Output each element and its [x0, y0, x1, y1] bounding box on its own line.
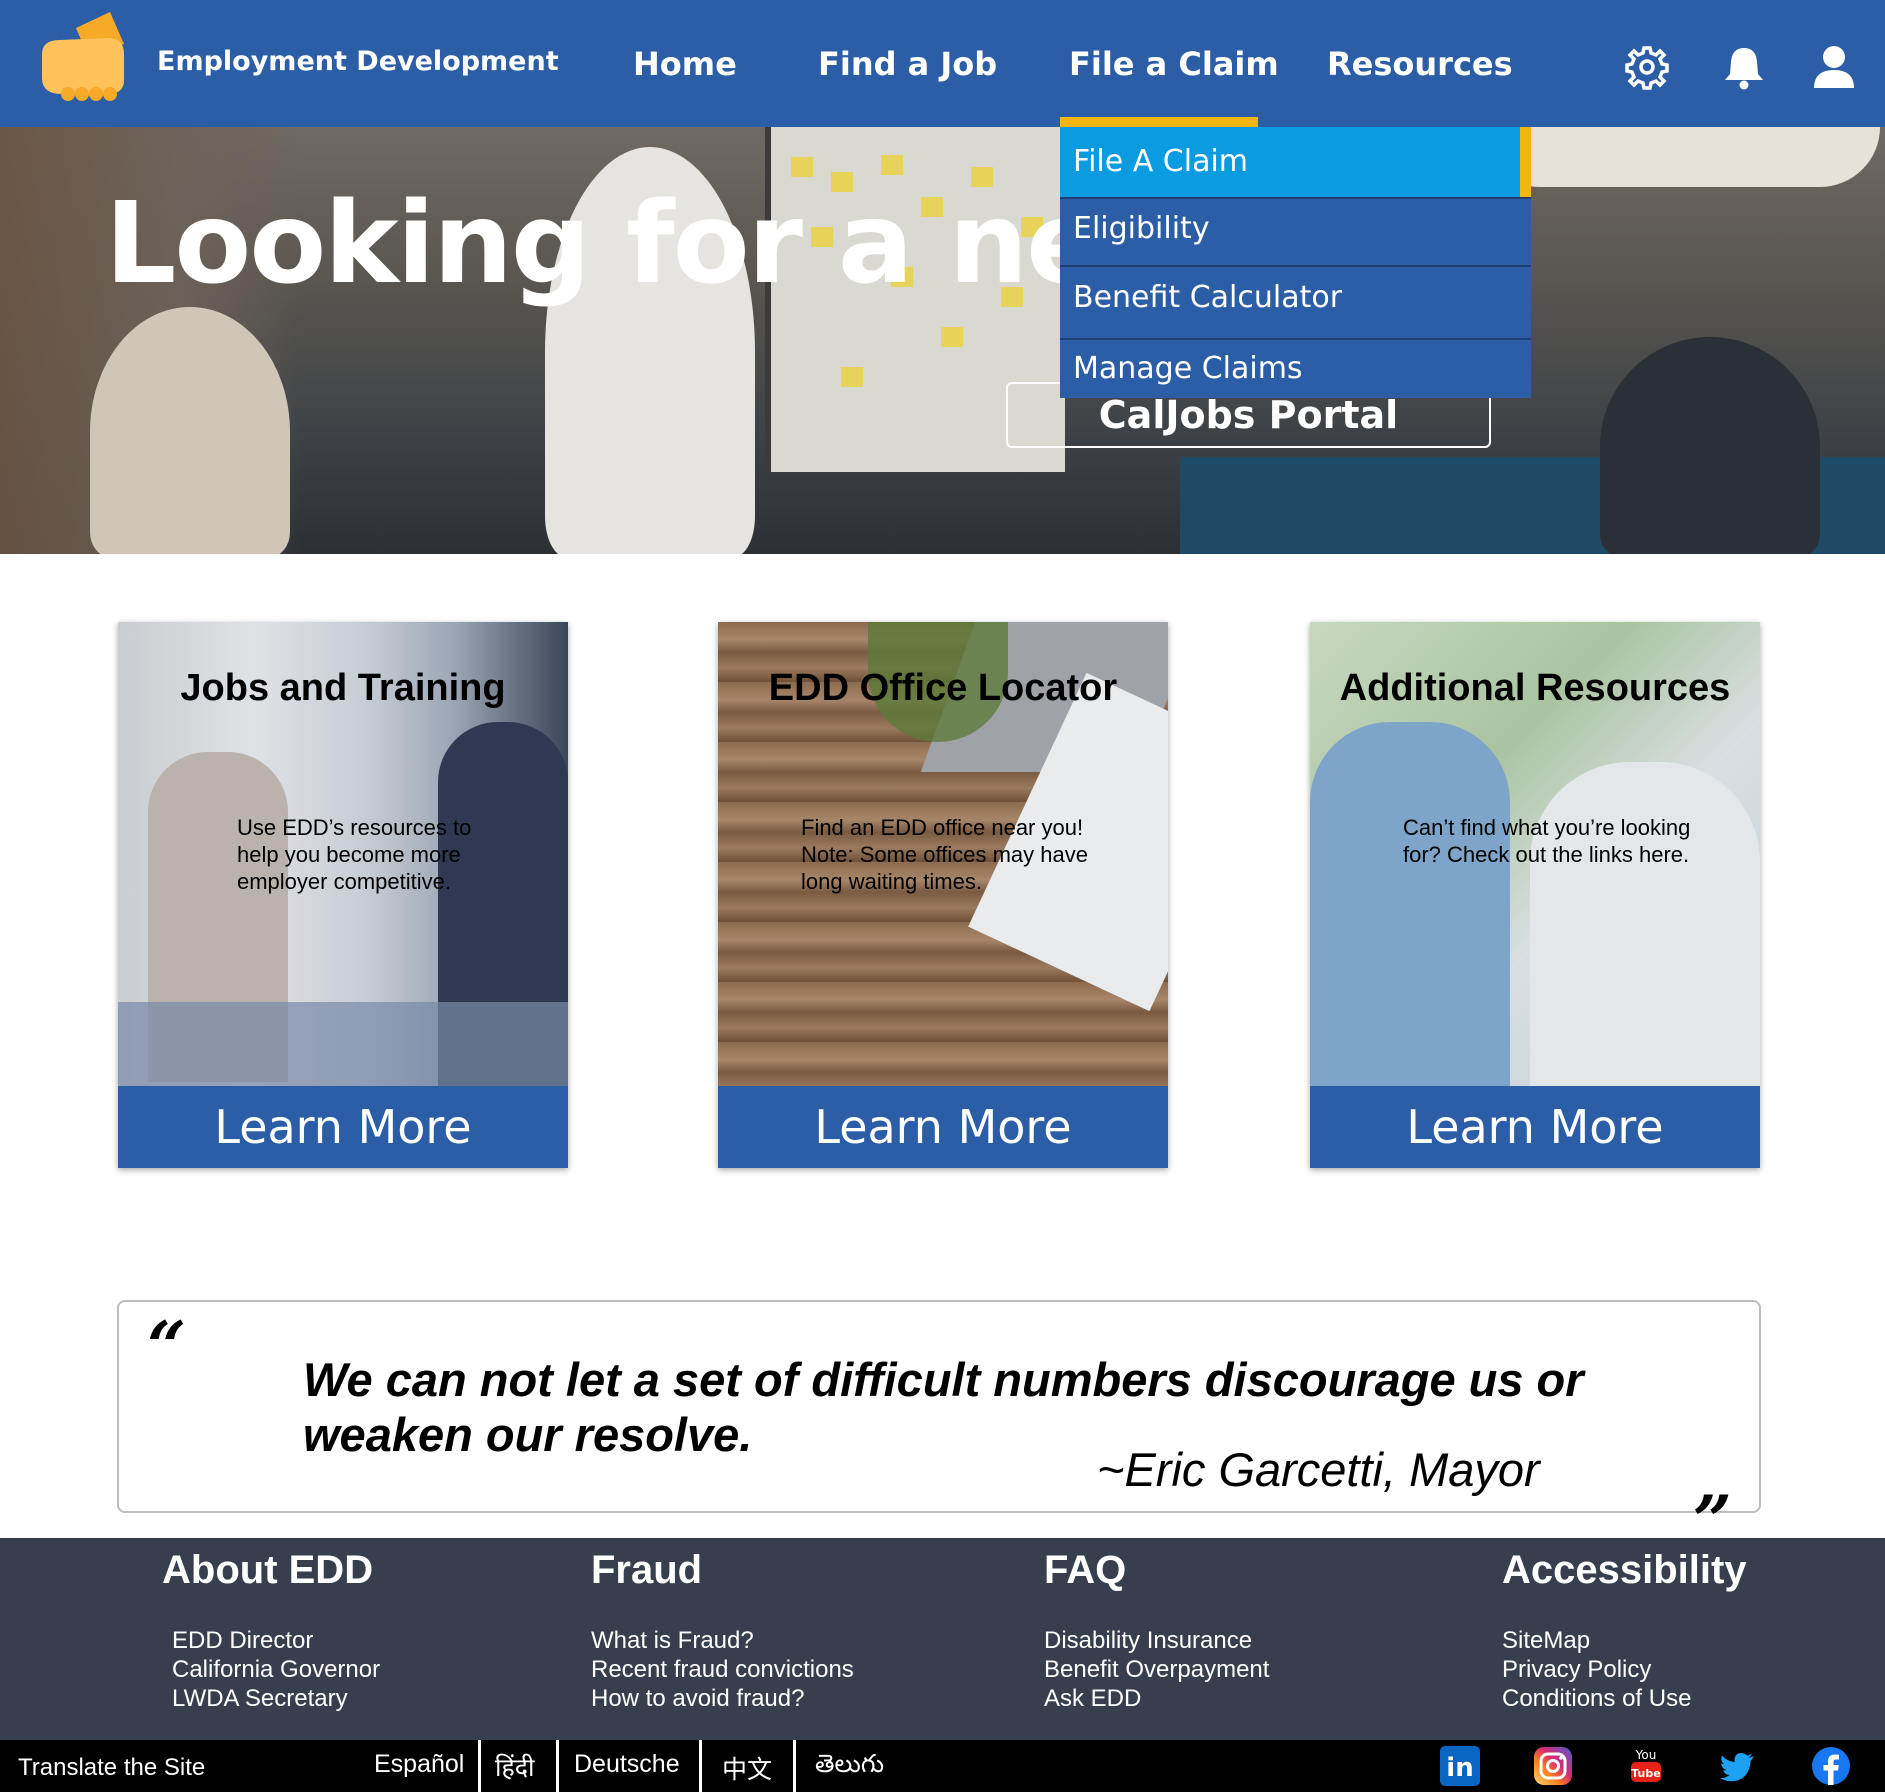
card-description: Can’t find what you’re looking for? Chec…: [1403, 815, 1691, 867]
language-divider: [556, 1740, 559, 1792]
language-chinese[interactable]: 中文: [722, 1750, 772, 1786]
learn-more-button[interactable]: Learn More: [118, 1086, 568, 1168]
employment-hand-logo-icon[interactable]: [38, 10, 132, 106]
quote-open-mark: “: [147, 1307, 187, 1387]
facebook-icon[interactable]: [1811, 1746, 1851, 1786]
card-edd-office-locator: EDD Office Locator Find an EDD office ne…: [718, 622, 1168, 1168]
site-footer: About EDD EDD Director California Govern…: [0, 1538, 1885, 1740]
footer-link[interactable]: LWDA Secretary: [172, 1684, 380, 1713]
youtube-icon-top-label: You: [1635, 1748, 1657, 1762]
footer-link[interactable]: EDD Director: [172, 1626, 380, 1655]
dropdown-item-file-a-claim[interactable]: File A Claim: [1060, 127, 1531, 197]
youtube-icon[interactable]: You Tube: [1626, 1746, 1666, 1786]
translate-and-social-bar: Translate the Site Español हिंदी Deutsch…: [0, 1740, 1885, 1792]
footer-link[interactable]: Conditions of Use: [1502, 1684, 1691, 1713]
hero-person-right: [1600, 337, 1820, 554]
dropdown-item-eligibility[interactable]: Eligibility: [1060, 199, 1531, 259]
settings-gear-icon[interactable]: [1622, 44, 1672, 90]
footer-link[interactable]: How to avoid fraud?: [591, 1684, 854, 1713]
dropdown-item-benefit-calculator[interactable]: Benefit Calculator: [1060, 267, 1531, 329]
card-title: Jobs and Training: [180, 667, 506, 709]
footer-heading-faq[interactable]: FAQ: [1044, 1548, 1126, 1593]
footer-link[interactable]: Benefit Overpayment: [1044, 1655, 1269, 1684]
top-navigation-bar: Employment Development Home Find a Job F…: [0, 0, 1885, 127]
user-profile-icon[interactable]: [1809, 44, 1859, 90]
card-title: EDD Office Locator: [768, 667, 1118, 709]
language-german[interactable]: Deutsche: [574, 1750, 680, 1779]
card-description: Use EDD’s resources to help you become m…: [237, 815, 472, 894]
footer-links-fraud: What is Fraud? Recent fraud convictions …: [591, 1626, 854, 1713]
site-brand-name[interactable]: Employment Development: [157, 46, 559, 77]
card-description: Find an EDD office near you! Note: Some …: [801, 815, 1088, 894]
notification-bell-icon[interactable]: [1719, 44, 1769, 90]
learn-more-button[interactable]: Learn More: [1310, 1086, 1760, 1168]
card-title: Additional Resources: [1339, 667, 1731, 709]
youtube-icon-bottom-label: Tube: [1631, 1767, 1660, 1780]
file-a-claim-dropdown-menu: File A Claim Eligibility Benefit Calcula…: [1060, 127, 1531, 398]
quote-box: “ We can not let a set of difficult numb…: [117, 1300, 1761, 1522]
card-jobs-and-training: Jobs and Training Use EDD’s resources to…: [118, 622, 568, 1168]
footer-link[interactable]: Privacy Policy: [1502, 1655, 1691, 1684]
footer-link[interactable]: Ask EDD: [1044, 1684, 1269, 1713]
language-divider: [699, 1740, 702, 1792]
language-hindi[interactable]: हिंदी: [495, 1750, 535, 1784]
hero-person-left: [90, 307, 290, 554]
nav-resources[interactable]: Resources: [1327, 45, 1513, 83]
footer-link[interactable]: SiteMap: [1502, 1626, 1691, 1655]
footer-links-accessibility: SiteMap Privacy Policy Conditions of Use: [1502, 1626, 1691, 1713]
footer-links-about-edd: EDD Director California Governor LWDA Se…: [172, 1626, 380, 1713]
dropdown-active-accent: [1520, 127, 1531, 197]
dropdown-item-manage-claims[interactable]: Manage Claims: [1060, 340, 1531, 398]
quote-author: ~Eric Garcetti, Mayor: [1097, 1443, 1540, 1496]
instagram-icon[interactable]: [1533, 1746, 1573, 1786]
nav-file-a-claim[interactable]: File a Claim: [1069, 45, 1279, 83]
footer-link[interactable]: Disability Insurance: [1044, 1626, 1269, 1655]
linkedin-icon[interactable]: in: [1440, 1746, 1480, 1786]
nav-home[interactable]: Home: [633, 45, 737, 83]
translate-site-label: Translate the Site: [18, 1754, 206, 1781]
linkedin-icon-label: in: [1446, 1753, 1473, 1783]
footer-link[interactable]: California Governor: [172, 1655, 380, 1684]
active-nav-indicator: [1060, 117, 1258, 127]
language-spanish[interactable]: Español: [374, 1750, 464, 1779]
language-divider: [478, 1740, 481, 1792]
language-divider: [793, 1740, 796, 1792]
learn-more-button[interactable]: Learn More: [718, 1086, 1168, 1168]
footer-heading-accessibility[interactable]: Accessibility: [1502, 1548, 1747, 1593]
footer-heading-fraud[interactable]: Fraud: [591, 1548, 702, 1593]
hero-banner: Looking for a new: [0, 127, 1885, 554]
footer-heading-about-edd[interactable]: About EDD: [162, 1548, 373, 1593]
card-additional-resources: Additional Resources Can’t find what you…: [1310, 622, 1760, 1168]
footer-link[interactable]: What is Fraud?: [591, 1626, 854, 1655]
quote-close-mark: „: [1694, 1442, 1734, 1522]
twitter-icon[interactable]: [1718, 1746, 1758, 1786]
hero-headline: Looking for a new: [105, 179, 1204, 309]
hero-background-lamp: [1480, 127, 1880, 187]
nav-find-a-job[interactable]: Find a Job: [818, 45, 997, 83]
footer-links-faq: Disability Insurance Benefit Overpayment…: [1044, 1626, 1269, 1713]
language-telugu[interactable]: తెలుగు: [815, 1750, 884, 1785]
dropdown-item-label: File A Claim: [1073, 144, 1249, 179]
footer-link[interactable]: Recent fraud convictions: [591, 1655, 854, 1684]
